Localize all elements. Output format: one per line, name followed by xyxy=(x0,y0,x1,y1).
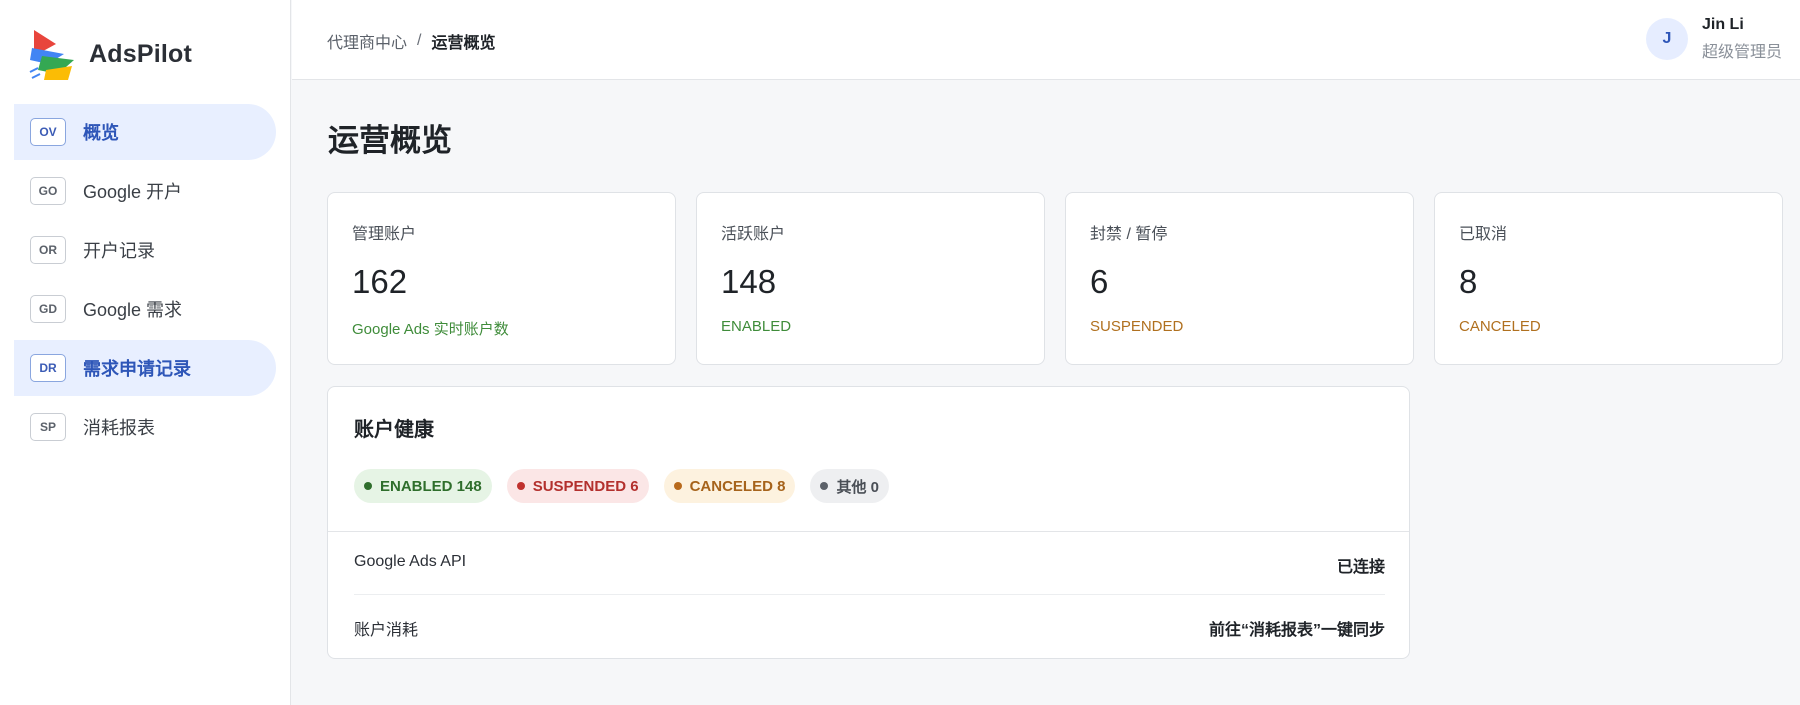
stat-card-subtitle: Google Ads 实时账户数 xyxy=(352,321,509,338)
stat-card-subtitle: ENABLED xyxy=(721,318,792,335)
app-name: AdsPilot xyxy=(89,39,192,68)
status-dot-icon xyxy=(673,482,682,490)
sidebar-item-label: 开户记录 xyxy=(83,241,155,261)
sidebar-item-badge: GO xyxy=(30,177,66,205)
sidebar-item-badge: OV xyxy=(30,118,66,146)
stat-card-label: 管理账户 xyxy=(352,226,417,243)
status-badge-canceled: CANCELED 8 xyxy=(663,469,796,503)
divider xyxy=(328,531,1409,532)
sidebar-item-badge: DR xyxy=(30,354,66,382)
sidebar-item-label: Google 需求 xyxy=(83,300,183,320)
status-badge-suspended: SUSPENDED 6 xyxy=(506,469,649,503)
divider xyxy=(354,594,1385,595)
status-badge-label: SUSPENDED 6 xyxy=(532,477,639,495)
sidebar-item-label: 需求申请记录 xyxy=(83,359,191,379)
user-name: Jin Li xyxy=(1701,16,1744,33)
stat-card-canceled: 已取消 8 CANCELED xyxy=(1434,192,1783,365)
status-pills: ENABLED 148 SUSPENDED 6 CANCELED 8 其他 0 xyxy=(354,469,889,503)
sidebar-item-demand-records[interactable]: DR 需求申请记录 xyxy=(14,340,276,396)
adspilot-logo-icon xyxy=(29,30,74,80)
sidebar-item-google-open-account[interactable]: GO Google 开户 xyxy=(14,163,276,219)
sidebar-item-badge: GD xyxy=(30,295,66,323)
stat-card-value: 6 xyxy=(1090,263,1109,300)
stat-card-suspended: 封禁 / 暂停 6 SUSPENDED xyxy=(1065,192,1414,365)
logo[interactable]: AdsPilot xyxy=(28,26,192,82)
stat-card-managed-accounts: 管理账户 162 Google Ads 实时账户数 xyxy=(327,192,676,365)
sidebar-item-spend-report[interactable]: SP 消耗报表 xyxy=(14,399,276,455)
stat-card-value: 162 xyxy=(352,263,408,300)
sidebar-item-label: 消耗报表 xyxy=(83,418,155,438)
sidebar-nav: OV 概览 GO Google 开户 OR 开户记录 GD Google 需求 … xyxy=(14,104,276,458)
breadcrumb-separator: / xyxy=(417,32,422,49)
sidebar-item-overview[interactable]: OV 概览 xyxy=(14,104,276,160)
sidebar-item-open-records[interactable]: OR 开户记录 xyxy=(14,222,276,278)
status-badge-other: 其他 0 xyxy=(810,469,889,503)
sidebar-item-badge: OR xyxy=(30,236,66,264)
status-dot-icon xyxy=(364,482,372,490)
info-row-account-spend: 账户消耗 前往“消耗报表”一键同步 xyxy=(354,616,1385,640)
info-row-google-ads-api: Google Ads API 已连接 xyxy=(354,553,1385,577)
user-role: 超级管理员 xyxy=(1701,44,1782,61)
status-badge-label: CANCELED 8 xyxy=(689,477,786,495)
stat-card-subtitle: SUSPENDED xyxy=(1090,318,1184,335)
stat-card-value: 8 xyxy=(1459,263,1478,300)
info-row-key: 账户消耗 xyxy=(354,622,419,639)
sidebar: AdsPilot OV 概览 GO Google 开户 OR 开户记录 GD G… xyxy=(0,0,291,705)
info-row-value-link[interactable]: 前往“消耗报表”一键同步 xyxy=(1209,616,1385,640)
stat-card-label: 封禁 / 暂停 xyxy=(1090,226,1168,243)
sidebar-item-badge: SP xyxy=(30,413,66,441)
account-health-panel: 账户健康 ENABLED 148 SUSPENDED 6 CANCELED 8 … xyxy=(327,386,1410,659)
status-dot-icon xyxy=(820,482,829,490)
stat-card-subtitle: CANCELED xyxy=(1459,318,1541,335)
stat-cards: 管理账户 162 Google Ads 实时账户数 活跃账户 148 ENABL… xyxy=(327,192,1783,365)
status-dot-icon xyxy=(516,482,525,490)
breadcrumb-parent[interactable]: 代理商中心 xyxy=(327,29,407,53)
page-title: 运营概览 xyxy=(328,123,452,158)
breadcrumb-current: 运营概览 xyxy=(431,35,496,52)
account-health-title: 账户健康 xyxy=(354,419,434,441)
user-info: Jin Li 超级管理员 xyxy=(1702,16,1782,62)
sidebar-item-label: Google 开户 xyxy=(83,182,183,202)
status-badge-label: ENABLED 148 xyxy=(380,477,482,495)
sidebar-item-google-demand[interactable]: GD Google 需求 xyxy=(14,281,276,337)
info-row-key: Google Ads API xyxy=(354,553,467,570)
stat-card-label: 活跃账户 xyxy=(721,226,786,243)
status-badge-enabled: ENABLED 148 xyxy=(354,469,492,503)
breadcrumb: 代理商中心 / 运营概览 xyxy=(327,29,495,53)
info-row-value: 已连接 xyxy=(1336,559,1385,576)
user-menu[interactable]: J Jin Li 超级管理员 xyxy=(1645,16,1782,62)
top-bar: 代理商中心 / 运营概览 J Jin Li 超级管理员 xyxy=(292,0,1800,80)
status-badge-label: 其他 0 xyxy=(836,478,879,496)
stat-card-value: 148 xyxy=(721,263,777,300)
sidebar-item-label: 概览 xyxy=(83,123,119,143)
avatar: J xyxy=(1645,18,1688,60)
stat-card-label: 已取消 xyxy=(1459,226,1508,243)
stat-card-active-accounts: 活跃账户 148 ENABLED xyxy=(696,192,1045,365)
